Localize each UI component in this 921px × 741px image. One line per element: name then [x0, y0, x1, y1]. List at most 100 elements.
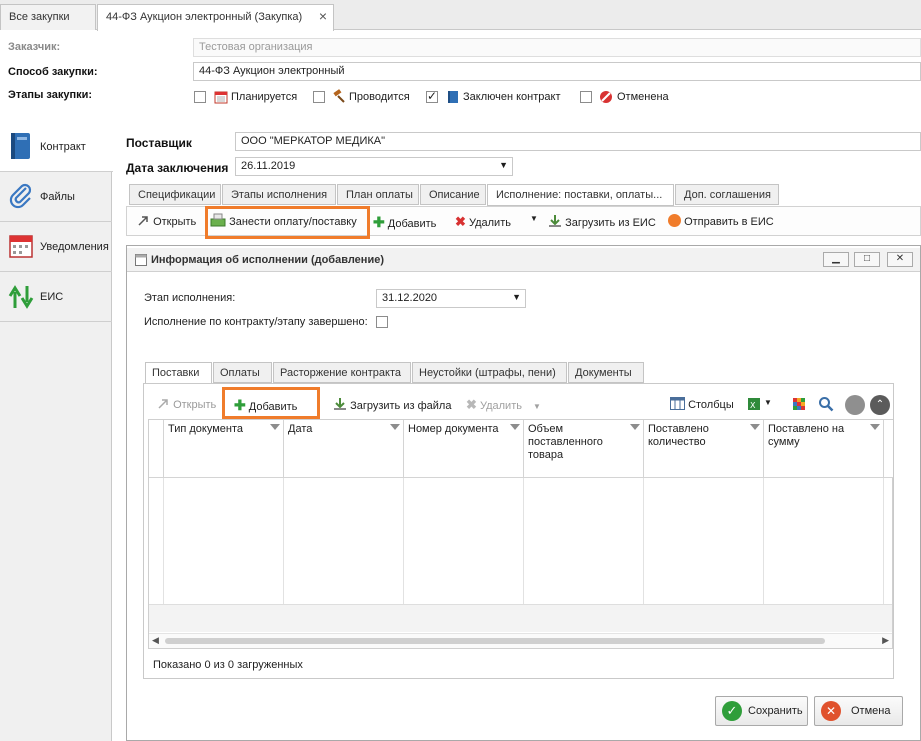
- grid-column: [644, 478, 764, 604]
- cancel-x-icon: ✕: [821, 701, 841, 721]
- stage-ongoing-checkbox[interactable]: [313, 91, 325, 103]
- grid-column: [524, 478, 644, 604]
- filter-icon[interactable]: [390, 424, 400, 430]
- cancel-label: Отмена: [851, 705, 891, 717]
- color-grid-icon[interactable]: [792, 397, 806, 411]
- stage-cancelled-checkbox[interactable]: [580, 91, 592, 103]
- chevron-down-icon[interactable]: ▼: [512, 292, 521, 302]
- excel-icon[interactable]: X: [747, 397, 761, 411]
- chevron-down-icon[interactable]: ▼: [499, 160, 508, 170]
- method-field[interactable]: 44-ФЗ Аукцион электронный: [193, 62, 921, 81]
- tab-specifications[interactable]: Спецификации: [129, 184, 221, 205]
- stage-ongoing-label: Проводится: [349, 91, 410, 103]
- nav-contract[interactable]: Контракт: [0, 122, 113, 172]
- scroll-left-icon[interactable]: ◀: [152, 635, 159, 646]
- column-header[interactable]: Объем поставленного товара: [524, 420, 644, 478]
- dropdown-arrow-icon[interactable]: ▼: [530, 214, 538, 223]
- stage-label: Этап исполнения:: [144, 292, 236, 304]
- delete-button[interactable]: ✖ Удалить: [455, 214, 511, 230]
- search-icon[interactable]: [818, 396, 834, 412]
- close-button[interactable]: ✕: [887, 252, 913, 267]
- dialog-open-button[interactable]: Открыть: [157, 397, 216, 411]
- filter-icon[interactable]: [750, 424, 760, 430]
- tab-label: 44-ФЗ Аукцион электронный (Закупка): [106, 11, 303, 23]
- load-eis-button[interactable]: Загрузить из ЕИС: [548, 214, 656, 229]
- columns-button[interactable]: Столбцы: [670, 397, 734, 411]
- nav-eis[interactable]: ЕИС: [0, 272, 112, 322]
- tab-all-purchases[interactable]: Все закупки: [0, 4, 96, 30]
- tab-stages[interactable]: Этапы исполнения: [222, 184, 336, 205]
- load-file-button[interactable]: Загрузить из файла: [333, 397, 451, 412]
- save-button[interactable]: ✓ Сохранить: [715, 696, 808, 726]
- filter-icon[interactable]: [870, 424, 880, 430]
- tab-documents[interactable]: Документы: [568, 362, 644, 383]
- tab-label: Доп. соглашения: [684, 189, 771, 201]
- send-eis-button[interactable]: Отправить в ЕИС: [668, 214, 774, 228]
- cancel-button[interactable]: ✕ Отмена: [814, 696, 903, 726]
- column-header[interactable]: Номер документа: [404, 420, 524, 478]
- scrollbar-thumb[interactable]: [165, 638, 825, 644]
- left-nav: Контракт Файлы Уведомления ЕИС: [0, 122, 113, 741]
- collapse-icon[interactable]: ⌃: [870, 395, 890, 415]
- nav-label: Контракт: [40, 141, 86, 153]
- stage-planned-checkbox[interactable]: [194, 91, 206, 103]
- scroll-right-icon[interactable]: ▶: [882, 635, 889, 646]
- stage-contract-label: Заключен контракт: [463, 91, 561, 103]
- column-header[interactable]: Дата: [284, 420, 404, 478]
- load-file-label: Загрузить из файла: [350, 400, 452, 412]
- tab-label: Расторжение контракта: [280, 367, 401, 379]
- maximize-button[interactable]: □: [854, 252, 880, 267]
- tab-penalties[interactable]: Неустойки (штрафы, пени): [412, 362, 567, 383]
- method-label: Способ закупки:: [8, 66, 98, 78]
- row-indicator-header: [149, 420, 164, 478]
- tab-payment-plan[interactable]: План оплаты: [337, 184, 419, 205]
- contract-date-field[interactable]: 26.11.2019 ▼: [235, 157, 513, 176]
- filter-icon[interactable]: [510, 424, 520, 430]
- delete-x-icon: ✖: [455, 214, 466, 229]
- tab-execution[interactable]: Исполнение: поставки, оплаты...: [487, 184, 674, 206]
- add-button[interactable]: ✚ Добавить: [373, 214, 436, 231]
- horizontal-scrollbar[interactable]: ◀ ▶: [149, 633, 892, 648]
- dropdown-arrow-icon[interactable]: ▼: [764, 398, 772, 407]
- delete-label: Удалить: [479, 400, 522, 412]
- tab-payments[interactable]: Оплаты: [213, 362, 272, 383]
- tab-termination[interactable]: Расторжение контракта: [273, 362, 411, 383]
- filter-clear-icon[interactable]: [845, 395, 865, 415]
- tab-label: Поставки: [152, 367, 200, 379]
- tab-description[interactable]: Описание: [420, 184, 486, 205]
- supplier-field[interactable]: ООО "МЕРКАТОР МЕДИКА": [235, 132, 921, 151]
- completed-checkbox[interactable]: [376, 316, 388, 328]
- column-label: Объем поставленного товара: [528, 423, 603, 461]
- column-label: Тип документа: [168, 423, 244, 435]
- grid-status: Показано 0 из 0 загруженных: [153, 659, 303, 671]
- stage-select[interactable]: 31.12.2020 ▼: [376, 289, 526, 308]
- tab-label: Исполнение: поставки, оплаты...: [496, 189, 663, 201]
- filter-icon[interactable]: [630, 424, 640, 430]
- highlight-frame: [205, 206, 370, 239]
- dropdown-arrow-icon[interactable]: ▼: [533, 402, 541, 411]
- customer-label: Заказчик:: [8, 41, 61, 53]
- column-header[interactable]: Поставлено количество: [644, 420, 764, 478]
- nav-label: Уведомления: [40, 241, 109, 253]
- grid-column: [284, 478, 404, 604]
- dialog-delete-button[interactable]: ✖ Удалить ▼: [466, 397, 541, 413]
- add-label: Добавить: [387, 218, 437, 230]
- nav-files[interactable]: Файлы: [0, 172, 112, 222]
- nav-notifications[interactable]: Уведомления: [0, 222, 112, 272]
- filter-icon[interactable]: [270, 424, 280, 430]
- calendar-icon: [9, 235, 33, 258]
- dialog-title-bar: Информация об исполнении (добавление): [127, 248, 920, 272]
- column-header[interactable]: Поставлено на сумму: [764, 420, 884, 478]
- columns-icon: [670, 397, 685, 410]
- columns-label: Столбцы: [688, 399, 734, 411]
- open-button[interactable]: Открыть: [137, 214, 196, 228]
- tab-deliveries[interactable]: Поставки: [145, 362, 212, 384]
- stage-planned-label: Планируется: [231, 91, 298, 103]
- close-icon[interactable]: ×: [319, 8, 327, 24]
- minimize-button[interactable]: ▁: [823, 252, 849, 267]
- stage-contract-checkbox[interactable]: [426, 89, 438, 103]
- tab-supplementary[interactable]: Доп. соглашения: [675, 184, 779, 205]
- column-header[interactable]: Тип документа: [164, 420, 284, 478]
- tab-purchase[interactable]: 44-ФЗ Аукцион электронный (Закупка) ×: [97, 4, 334, 31]
- book-icon: [448, 91, 458, 103]
